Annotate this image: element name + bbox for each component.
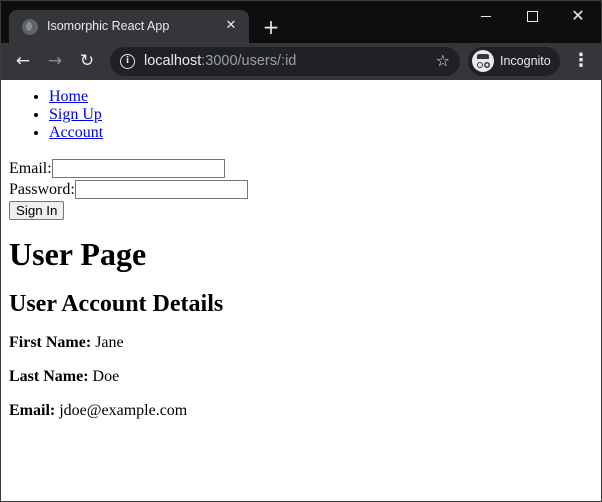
nav-link-signup[interactable]: Sign Up xyxy=(49,106,102,123)
tab-title: Isomorphic React App xyxy=(47,19,170,33)
star-icon[interactable]: ☆ xyxy=(436,51,450,70)
email-detail-label: Email: xyxy=(9,402,56,419)
nav-link-home[interactable]: Home xyxy=(49,88,88,105)
minimize-icon xyxy=(481,16,491,17)
close-icon[interactable]: ✕ xyxy=(223,18,239,34)
nav-item-signup: Sign Up xyxy=(49,106,601,124)
email-field[interactable] xyxy=(51,159,225,178)
browser-toolbar: ← → ↻ i localhost:3000/users/:id ☆ Incog… xyxy=(1,43,601,80)
arrow-left-icon[interactable]: ← xyxy=(11,49,35,73)
browser-tab[interactable]: Isomorphic React App ✕ xyxy=(9,10,249,43)
email-row-detail: Email: jdoe@example.com xyxy=(9,402,601,420)
minimize-button[interactable] xyxy=(463,1,509,31)
password-label: Password: xyxy=(9,181,75,198)
reload-icon[interactable]: ↻ xyxy=(75,49,99,73)
browser-window: Isomorphic React App ✕ + ✕ ← → ↻ i local… xyxy=(0,0,602,502)
url-host: localhost xyxy=(144,53,202,69)
incognito-icon xyxy=(472,50,494,72)
email-row: Email: xyxy=(9,158,601,179)
last-name-value: Doe xyxy=(92,368,120,385)
nav-item-account: Account xyxy=(49,124,601,142)
email-detail-value: jdoe@example.com xyxy=(59,402,188,419)
maximize-icon xyxy=(527,11,538,22)
page-title: User Page xyxy=(9,236,147,272)
password-row: Password: xyxy=(9,179,601,200)
last-name-row: Last Name: Doe xyxy=(9,368,601,386)
info-icon[interactable]: i xyxy=(120,54,135,69)
arrow-right-icon[interactable]: → xyxy=(43,49,67,73)
nav-list: Home Sign Up Account xyxy=(1,88,601,142)
incognito-badge[interactable]: Incognito xyxy=(468,47,560,76)
incognito-label: Incognito xyxy=(500,54,551,68)
window-close-button[interactable]: ✕ xyxy=(555,1,601,31)
kebab-menu-icon[interactable]: ⋮ xyxy=(571,49,591,73)
last-name-label: Last Name: xyxy=(9,368,89,385)
url-path: :3000/users/:id xyxy=(201,53,297,69)
password-field[interactable] xyxy=(74,180,248,199)
tab-strip: Isomorphic React App ✕ + ✕ xyxy=(1,1,601,43)
page-content: Home Sign Up Account Email: Password: Si… xyxy=(1,80,601,501)
section-title: User Account Details xyxy=(9,291,224,317)
globe-icon xyxy=(22,19,38,35)
first-name-value: Jane xyxy=(95,334,124,351)
maximize-button[interactable] xyxy=(509,1,555,31)
nav-link-account[interactable]: Account xyxy=(49,124,103,141)
first-name-label: First Name: xyxy=(9,334,92,351)
email-label: Email: xyxy=(9,160,52,177)
first-name-row: First Name: Jane xyxy=(9,334,601,352)
address-bar[interactable]: i localhost:3000/users/:id ☆ xyxy=(110,47,460,76)
sign-in-button[interactable]: Sign In xyxy=(9,201,65,220)
nav-item-home: Home xyxy=(49,88,601,106)
plus-icon[interactable]: + xyxy=(259,15,283,39)
url-text[interactable]: localhost:3000/users/:id xyxy=(144,53,296,69)
login-form: Email: Password: Sign In xyxy=(9,158,601,220)
